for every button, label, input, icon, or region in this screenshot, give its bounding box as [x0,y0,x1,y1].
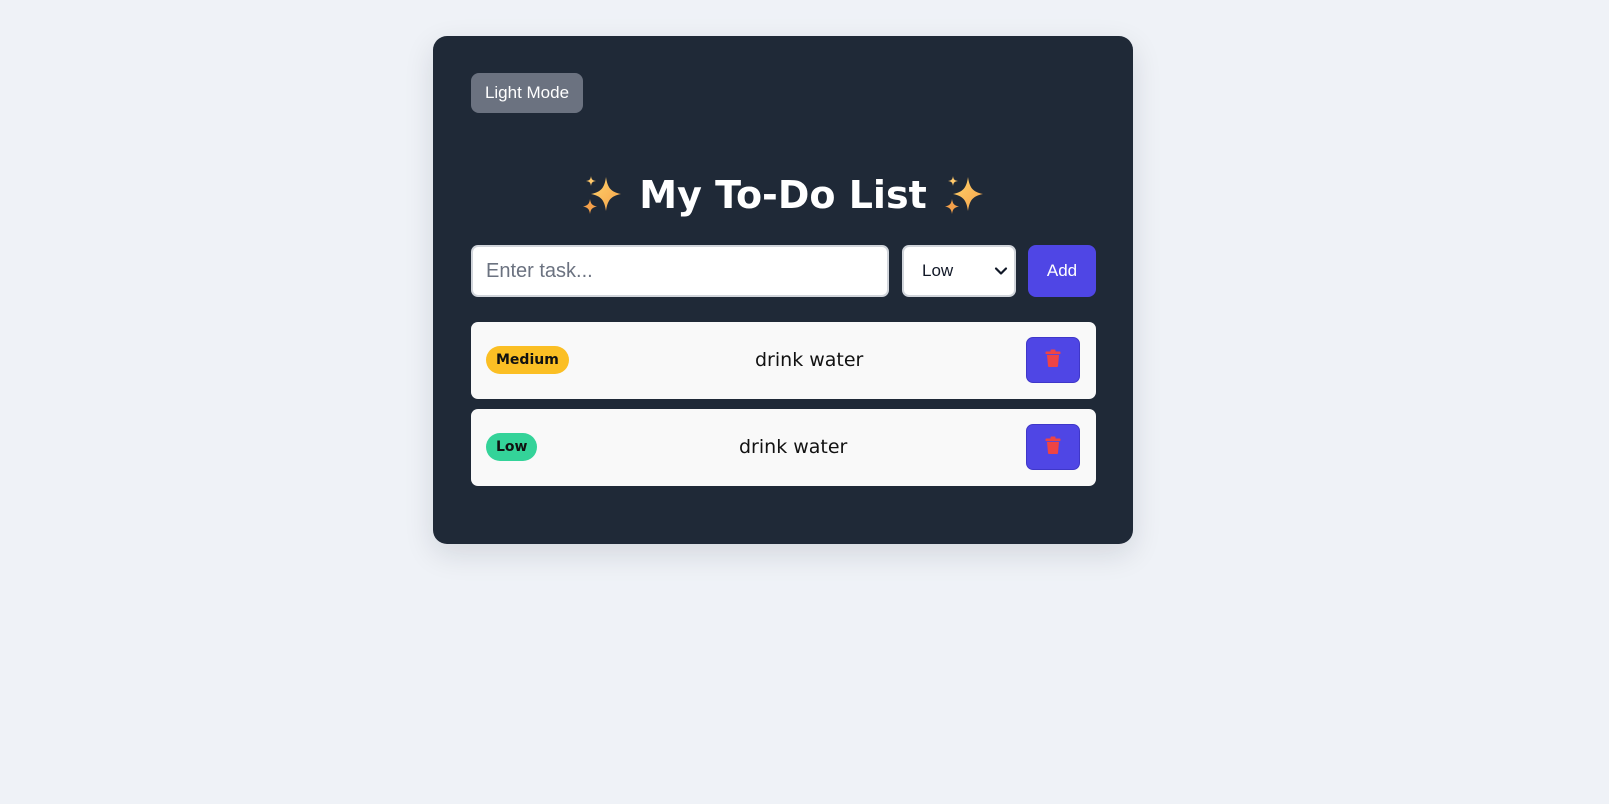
todo-card: Light Mode My To-Do List Enter task... L… [433,36,1133,544]
add-task-button[interactable]: Add [1028,245,1096,297]
task-item: Medium drink water [471,322,1096,399]
sparkles-icon [943,174,985,216]
page-title-text: My To-Do List [639,173,927,217]
light-mode-toggle-button[interactable]: Light Mode [471,73,583,113]
page-title: My To-Do List [433,167,1133,223]
priority-select[interactable]: Low [902,245,1016,297]
chevron-down-icon [994,267,1008,275]
delete-task-button[interactable] [1026,337,1080,383]
priority-badge: Medium [486,346,569,374]
task-text: drink water [739,436,848,458]
task-input[interactable] [471,245,889,297]
task-text: drink water [755,349,864,371]
trash-icon [1045,436,1061,454]
sparkles-icon [581,174,623,216]
delete-task-button[interactable] [1026,424,1080,470]
task-item: Low drink water [471,409,1096,486]
trash-icon [1045,349,1061,367]
priority-badge: Low [486,433,538,461]
priority-select-value: Low [922,261,954,280]
